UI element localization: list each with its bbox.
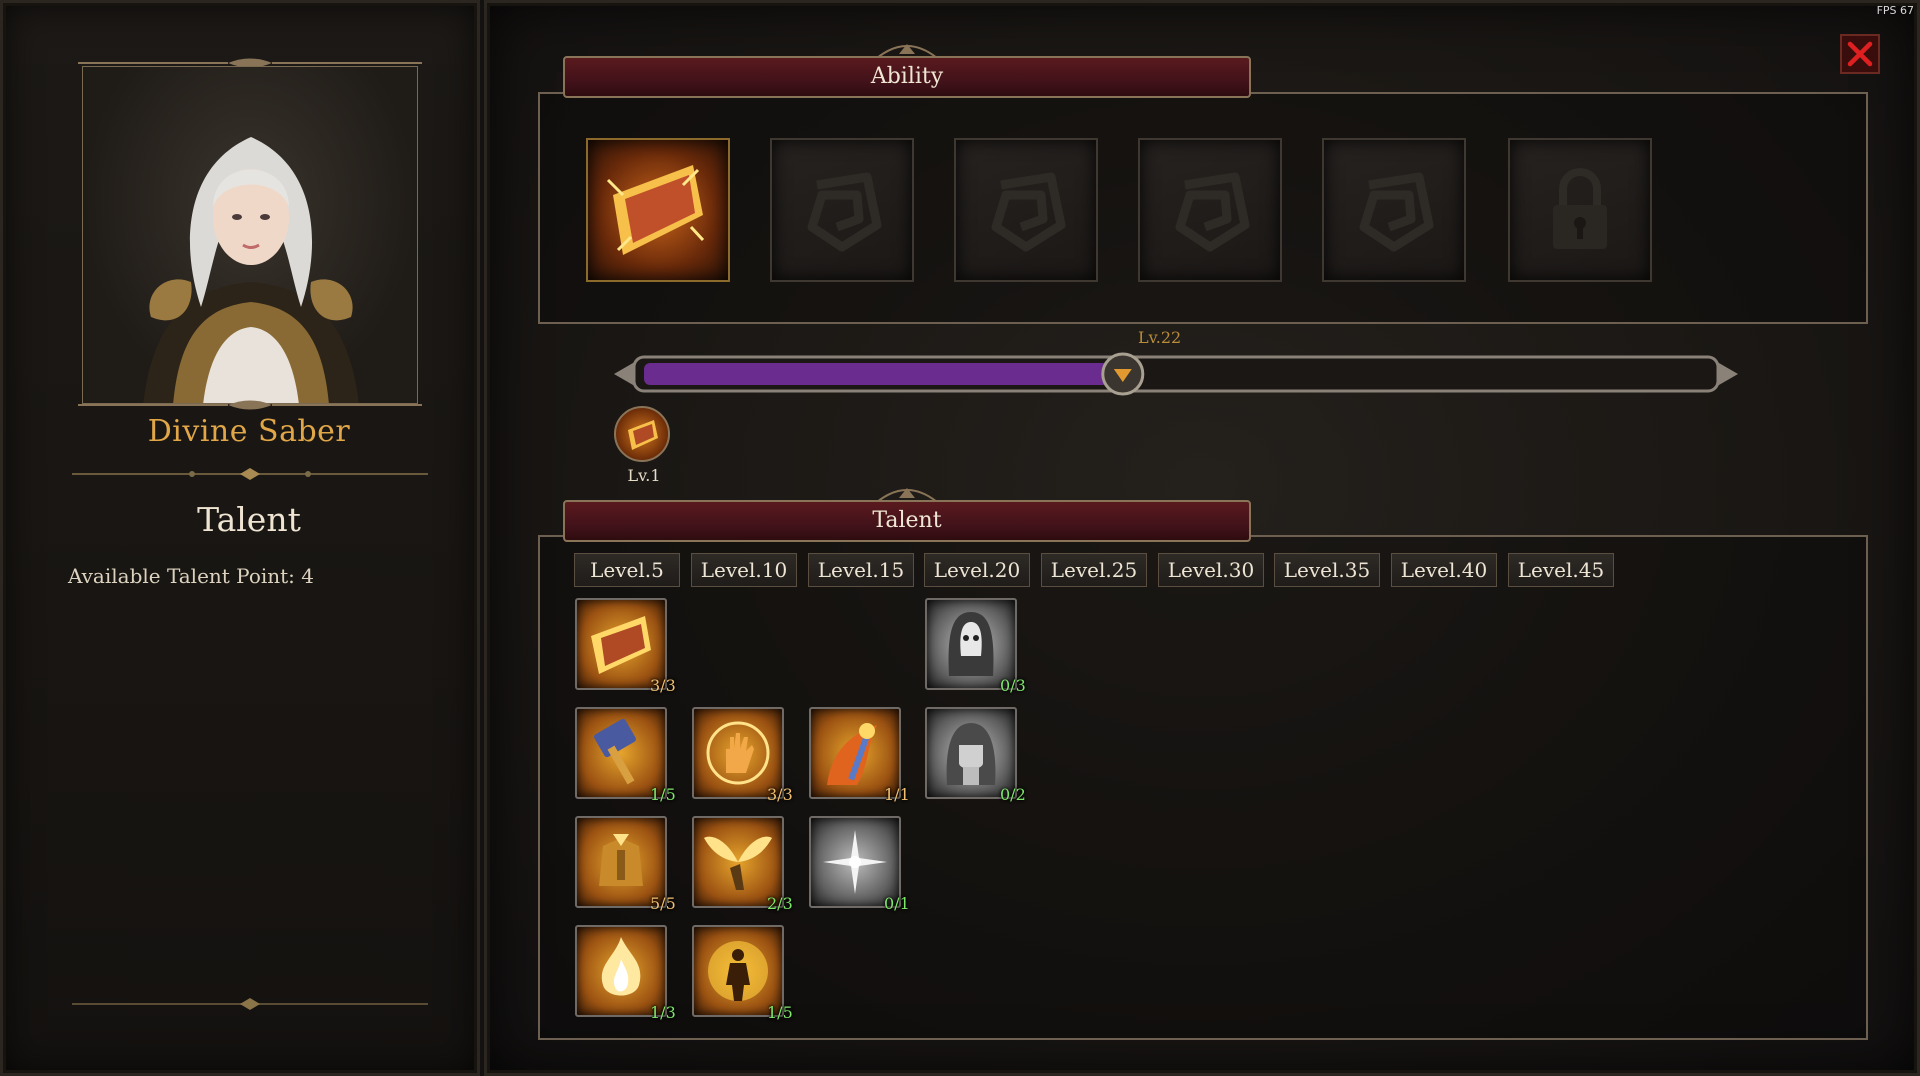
- crystal-shield-icon: [606, 165, 705, 255]
- talent-rank: 2/3: [767, 894, 793, 913]
- golden-aura-icon: [708, 941, 768, 1001]
- fps-counter: FPS 67: [1876, 4, 1914, 17]
- xp-marker-icon: [1101, 352, 1145, 396]
- crystal-shield-icon: [591, 616, 651, 674]
- divider-ornament: [72, 468, 428, 480]
- talent-rank: 1/1: [884, 785, 910, 804]
- talent-rank: 1/3: [650, 1003, 676, 1022]
- talent-title-banner: Talent: [563, 500, 1251, 542]
- ability-slot-2[interactable]: [770, 138, 914, 282]
- holy-flame-icon: [601, 937, 641, 996]
- radiant-palm-icon: [706, 721, 770, 785]
- current-ability-icon[interactable]: [614, 406, 670, 462]
- level-tab-40[interactable]: Level.40: [1391, 553, 1497, 587]
- character-panel: Divine Saber Talent Available Talent Poi…: [0, 0, 480, 1076]
- holy-hammer-icon: [594, 718, 636, 785]
- level-tab-10[interactable]: Level.10: [691, 553, 797, 587]
- portrait-ornament-bottom: [78, 400, 422, 410]
- talent-rank: 3/3: [650, 676, 676, 695]
- available-talent-points: Available Talent Point: 4: [68, 564, 315, 588]
- winged-strike-icon: [704, 836, 772, 890]
- ability-slot-locked[interactable]: [1508, 138, 1652, 282]
- ability-slot-3[interactable]: [954, 138, 1098, 282]
- talent-rank: 1/5: [650, 785, 676, 804]
- talent-rank: 5/5: [650, 894, 676, 913]
- ability-slot-4[interactable]: [1138, 138, 1282, 282]
- level-tab-5[interactable]: Level.5: [574, 553, 680, 587]
- talent-rank: 1/5: [767, 1003, 793, 1022]
- ability-slot-5[interactable]: [1322, 138, 1466, 282]
- level-tab-30[interactable]: Level.30: [1158, 553, 1264, 587]
- close-button[interactable]: [1840, 34, 1880, 74]
- character-portrait: [82, 66, 418, 404]
- raised-fist-icon: [946, 723, 996, 785]
- ability-title-banner: Ability: [563, 56, 1251, 98]
- character-name: Divine Saber: [147, 414, 351, 449]
- level-tab-35[interactable]: Level.35: [1274, 553, 1380, 587]
- spiral-emblem-icon: [1175, 172, 1250, 252]
- starburst-icon: [823, 830, 887, 894]
- level-tab-15[interactable]: Level.15: [808, 553, 914, 587]
- talent-rank: 0/3: [1000, 676, 1026, 695]
- talent-rank: 3/3: [767, 785, 793, 804]
- level-tab-45[interactable]: Level.45: [1508, 553, 1614, 587]
- spiral-emblem-icon: [991, 172, 1066, 252]
- hooded-mask-icon: [948, 612, 994, 676]
- level-tab-25[interactable]: Level.25: [1041, 553, 1147, 587]
- golden-armor-icon: [599, 834, 643, 886]
- xp-bar-fill: [644, 363, 1123, 385]
- lock-icon: [1553, 168, 1607, 249]
- spiral-emblem-icon: [1359, 172, 1434, 252]
- talent-rank: 0/1: [884, 894, 910, 913]
- close-icon: [1847, 41, 1873, 67]
- character-avatar: [143, 137, 359, 403]
- level-tab-20[interactable]: Level.20: [924, 553, 1030, 587]
- talent-rank: 0/2: [1000, 785, 1026, 804]
- crystal-shield-icon: [628, 420, 658, 450]
- talent-heading: Talent: [197, 500, 301, 539]
- spiral-emblem-icon: [807, 172, 882, 252]
- ability-xp-bar: [614, 352, 1738, 396]
- ability-slot-1[interactable]: [586, 138, 730, 282]
- bottom-divider-ornament: [72, 998, 428, 1010]
- current-ability-level: Lv.1: [627, 466, 661, 485]
- flaming-scepter-icon: [827, 723, 877, 785]
